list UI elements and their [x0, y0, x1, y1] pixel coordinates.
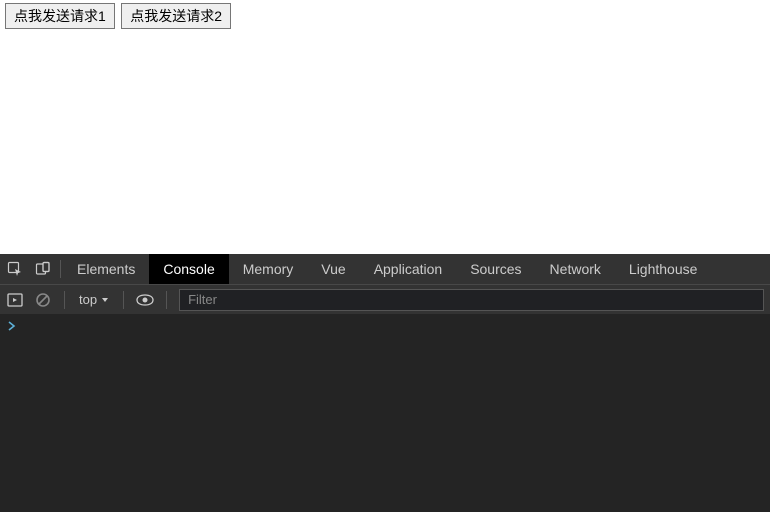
devtools-tabs-bar: Elements Console Memory Vue Application … — [0, 254, 770, 284]
clear-console-icon[interactable] — [34, 291, 52, 309]
console-output[interactable] — [0, 314, 770, 512]
toggle-sidebar-icon[interactable] — [6, 291, 24, 309]
console-prompt — [8, 320, 16, 334]
send-request-1-button[interactable]: 点我发送请求1 — [5, 3, 115, 29]
separator — [60, 260, 61, 278]
tab-vue[interactable]: Vue — [307, 254, 359, 284]
context-selector[interactable]: top — [77, 292, 111, 307]
inspect-element-icon[interactable] — [6, 260, 24, 278]
live-expression-icon[interactable] — [136, 291, 154, 309]
devtools-panel: Elements Console Memory Vue Application … — [0, 254, 770, 512]
tab-application[interactable]: Application — [360, 254, 457, 284]
page-content: 点我发送请求1 点我发送请求2 — [0, 0, 770, 254]
context-label: top — [79, 292, 97, 307]
console-filter-input[interactable] — [179, 289, 764, 311]
send-request-2-button[interactable]: 点我发送请求2 — [121, 3, 231, 29]
device-toolbar-icon[interactable] — [34, 260, 52, 278]
dropdown-caret-icon — [101, 296, 109, 304]
tab-sources[interactable]: Sources — [456, 254, 535, 284]
tab-console[interactable]: Console — [149, 254, 228, 284]
separator — [166, 291, 167, 309]
separator — [123, 291, 124, 309]
tab-memory[interactable]: Memory — [229, 254, 308, 284]
tab-elements[interactable]: Elements — [63, 254, 149, 284]
tab-network[interactable]: Network — [536, 254, 615, 284]
console-toolbar: top — [0, 284, 770, 314]
tab-lighthouse[interactable]: Lighthouse — [615, 254, 712, 284]
devtools-icon-group — [0, 254, 58, 284]
separator — [64, 291, 65, 309]
